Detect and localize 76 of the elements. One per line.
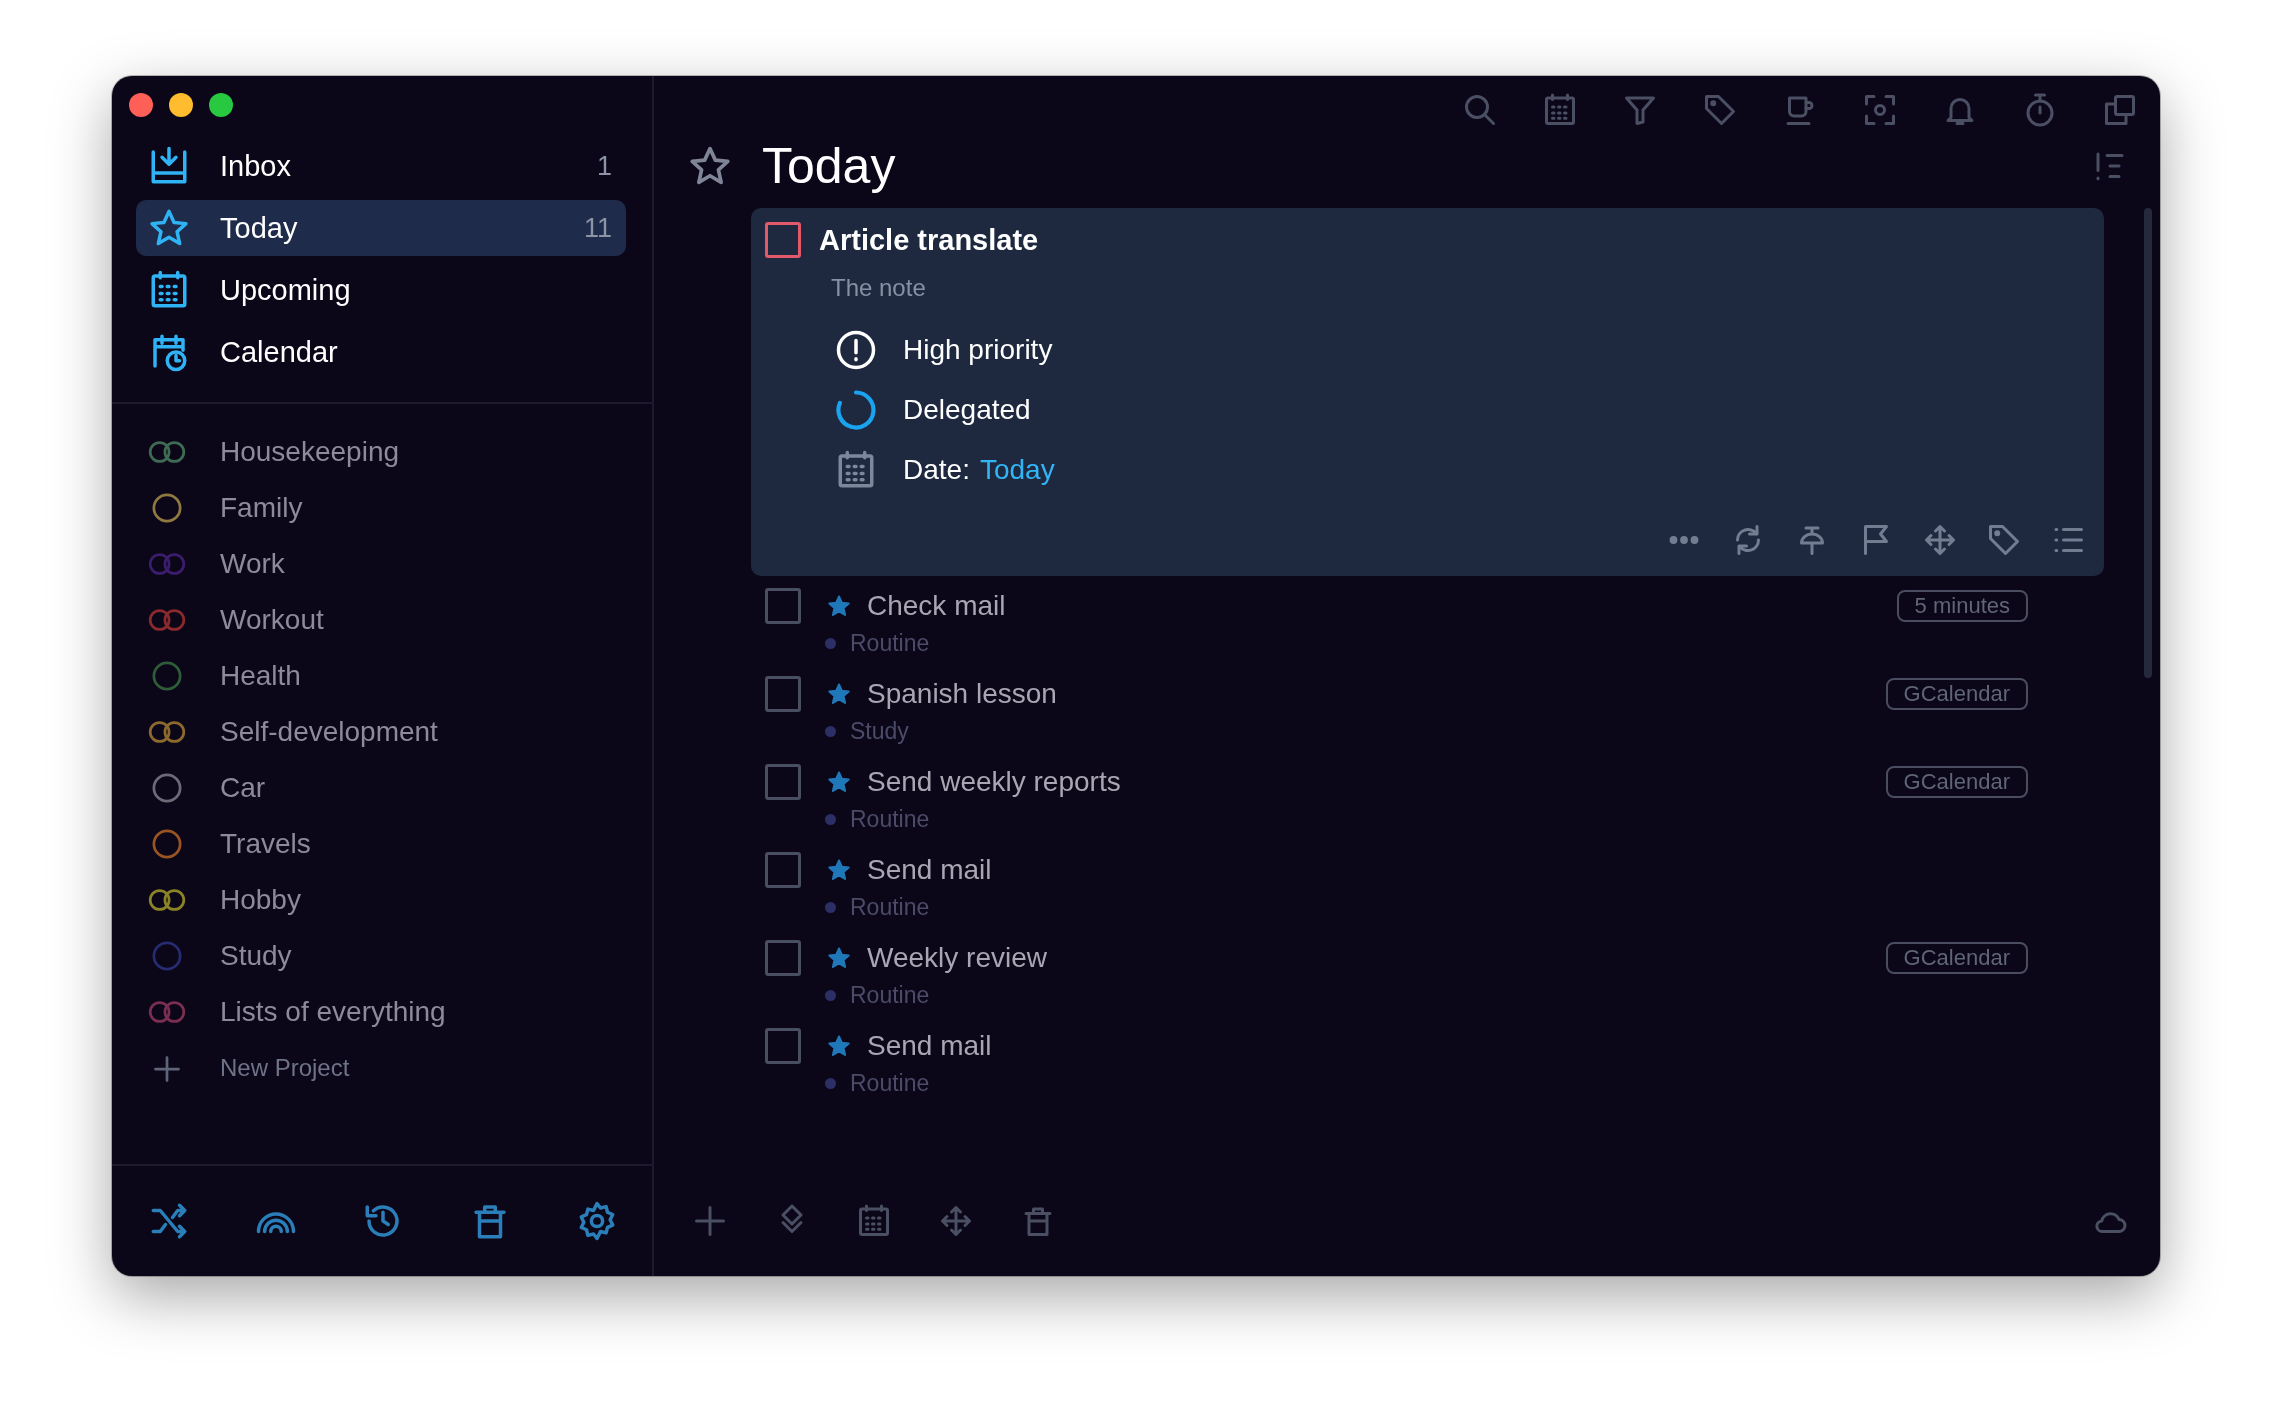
task-title: Check mail [867,590,1007,622]
task-title: Weekly review [867,942,1048,974]
sidebar-item[interactable]: Inbox 1 [136,138,626,194]
project-dot [825,902,836,913]
project-item[interactable]: Health [146,648,652,704]
task-checkbox[interactable] [765,1028,801,1064]
task-tag: GCalendar [1885,678,2028,710]
detail-label: Delegated [903,394,1031,426]
project-dot [825,638,836,649]
project-dot [825,990,836,1001]
search-icon[interactable] [1462,92,1498,128]
project-item[interactable]: Housekeeping [146,424,652,480]
task-project: Routine [850,1070,930,1097]
minimize-button[interactable] [169,93,193,117]
task-title: Send mail [867,1030,993,1062]
open-ring-icon [835,389,877,431]
task-card[interactable]: Article translate The note High priority Delegated Date: Today [751,208,2104,576]
project-item[interactable]: Hobby [146,872,652,928]
task-checkbox[interactable] [765,764,801,800]
project-item[interactable]: Workout [146,592,652,648]
tag-icon[interactable] [1702,92,1738,128]
zoom-button[interactable] [209,93,233,117]
task-tag: GCalendar [1885,766,2028,798]
star-icon [827,946,851,970]
task-project: Study [850,718,909,745]
task-project: Routine [850,894,930,921]
task-project: Routine [850,806,930,833]
scrollbar[interactable] [2144,208,2152,678]
task-project: Routine [850,630,930,657]
page-title: Today [762,137,897,195]
project-item[interactable]: Travels [146,816,652,872]
project-item[interactable]: Self-development [146,704,652,760]
task-checkbox[interactable] [765,940,801,976]
project-dot [825,726,836,737]
tag-icon[interactable] [1986,522,2022,558]
new-project-button[interactable]: New Project [146,1040,652,1096]
add-icon[interactable] [692,1203,728,1239]
copy-icon[interactable] [2102,92,2138,128]
task-checkbox[interactable] [765,852,801,888]
star-icon [827,1034,851,1058]
task-title: Article translate [819,223,1039,257]
sidebar-item[interactable]: Today 11 [136,200,626,256]
project-item[interactable]: Work [146,536,652,592]
task-project: Routine [850,982,930,1009]
project-item[interactable]: Study [146,928,652,984]
task-note: The note [831,274,927,302]
project-dot [825,1078,836,1089]
date-link[interactable]: Today [979,454,1055,486]
star-icon [827,770,851,794]
calendar-icon[interactable] [1542,92,1578,128]
detail-label: High priority [903,334,1053,366]
task-tag: GCalendar [1885,942,2028,974]
project-item[interactable]: Lists of everything [146,984,652,1040]
project-item[interactable]: Car [146,760,652,816]
task-checkbox[interactable] [765,588,801,624]
calendar-icon[interactable] [856,1203,892,1239]
project-item[interactable]: Family [146,480,652,536]
shuffle-icon[interactable] [148,1200,190,1242]
task-title: Send weekly reports [867,766,1122,798]
project-dot [825,814,836,825]
task-checkbox[interactable] [765,676,801,712]
sidebar-item[interactable]: Upcoming [136,262,626,318]
task-checkbox[interactable] [765,222,801,258]
sidebar-item[interactable]: Calendar [136,324,626,380]
move-icon[interactable] [1922,522,1958,558]
star-icon [827,594,851,618]
close-button[interactable] [129,93,153,117]
focus-frame-icon[interactable] [1862,92,1898,128]
detail-label: Date: [903,454,970,486]
task-title: Spanish lesson [867,678,1058,710]
task-title: Send mail [867,854,993,886]
task-tag: 5 minutes [1896,590,2028,622]
move-icon[interactable] [938,1203,974,1239]
star-icon [827,858,851,882]
star-icon [827,682,851,706]
exclamation-circle-icon [835,329,877,371]
